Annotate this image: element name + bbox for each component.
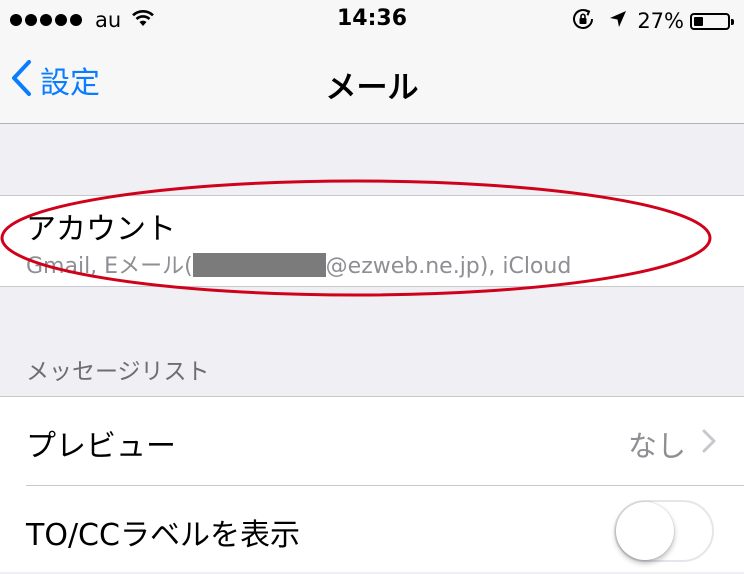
to-cc-toggle[interactable] bbox=[614, 500, 714, 562]
preview-label: プレビュー bbox=[26, 429, 176, 464]
accounts-cell[interactable]: アカウント Gmail, Eメール( @ezweb.ne.jp), iCloud bbox=[0, 195, 744, 287]
preview-value: なし bbox=[627, 429, 686, 463]
accounts-title: アカウント bbox=[26, 212, 176, 247]
redacted-email-block bbox=[192, 253, 326, 277]
toggle-knob bbox=[616, 502, 674, 560]
preview-row[interactable]: プレビュー なし bbox=[0, 397, 744, 485]
to-cc-label-row: TO/CCラベルを表示 bbox=[0, 486, 744, 574]
accounts-subtitle-prefix: Gmail, Eメール( bbox=[26, 254, 193, 279]
accounts-subtitle: Gmail, Eメール( @ezweb.ne.jp), iCloud bbox=[26, 248, 571, 280]
accounts-subtitle-suffix: @ezweb.ne.jp), iCloud bbox=[325, 254, 572, 279]
orientation-lock-icon bbox=[571, 7, 595, 35]
location-arrow-icon bbox=[609, 10, 627, 32]
to-cc-label: TO/CCラベルを表示 bbox=[26, 518, 300, 553]
chevron-right-icon bbox=[702, 429, 716, 457]
battery-percent: 27% bbox=[637, 9, 684, 33]
status-bar: au 14:36 27% bbox=[0, 0, 744, 40]
page-title: メール bbox=[325, 70, 419, 106]
message-list-group: プレビュー なし TO/CCラベルを表示 bbox=[0, 396, 744, 572]
navigation-bar: 設定 メール bbox=[0, 40, 744, 124]
battery-icon bbox=[690, 12, 734, 30]
status-right: 27% bbox=[571, 7, 734, 35]
section-header-message-list: メッセージリスト bbox=[26, 359, 210, 385]
